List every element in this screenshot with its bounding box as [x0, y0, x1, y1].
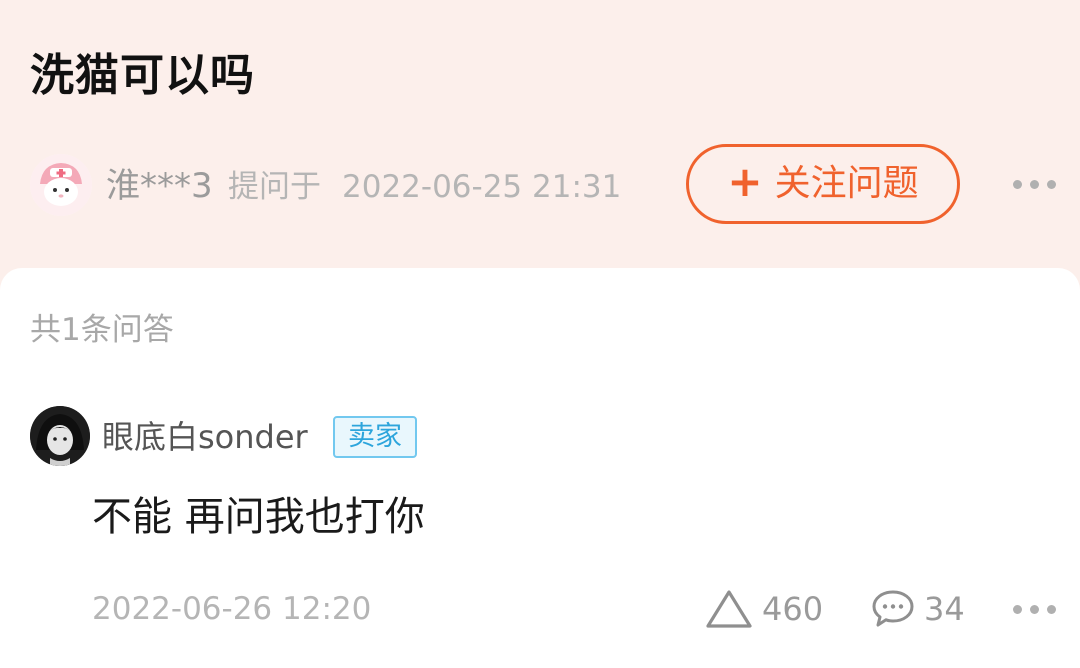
answer-text: 不能 再问我也打你 — [92, 494, 425, 540]
answer-more-button[interactable] — [1013, 605, 1056, 614]
asker-avatar-image — [30, 154, 92, 216]
more-dot-icon — [1013, 180, 1022, 189]
asker-avatar[interactable] — [30, 154, 92, 216]
answer-count: 共1条问答 — [30, 312, 174, 348]
comment-count: 34 — [924, 590, 965, 628]
like-button[interactable]: 460 — [704, 588, 823, 630]
more-dot-icon — [1030, 605, 1039, 614]
seller-badge: 卖家 — [333, 416, 417, 458]
triangle-up-icon — [706, 590, 752, 628]
answerer-avatar-image — [30, 406, 90, 466]
answerer-avatar[interactable] — [30, 406, 90, 466]
question-title: 洗猫可以吗 — [30, 50, 255, 101]
more-dot-icon — [1047, 605, 1056, 614]
asked-label: 提问于 — [228, 169, 321, 205]
speech-bubble-icon — [872, 590, 914, 627]
like-count: 460 — [762, 590, 824, 628]
follow-question-button[interactable]: + 关注问题 — [686, 144, 960, 224]
asked-timestamp: 2022-06-25 21:31 — [342, 169, 622, 205]
question-more-button[interactable] — [1013, 180, 1056, 189]
more-dot-icon — [1047, 180, 1056, 189]
more-dot-icon — [1013, 605, 1022, 614]
plus-icon: + — [727, 157, 763, 206]
asker-name[interactable]: 淮***3 — [106, 164, 213, 208]
follow-question-label: 关注问题 — [774, 163, 919, 204]
answer-timestamp: 2022-06-26 12:20 — [92, 591, 372, 627]
more-dot-icon — [1030, 180, 1039, 189]
answerer-name[interactable]: 眼底白sonder — [102, 416, 308, 458]
comment-button[interactable]: 34 — [870, 588, 965, 630]
